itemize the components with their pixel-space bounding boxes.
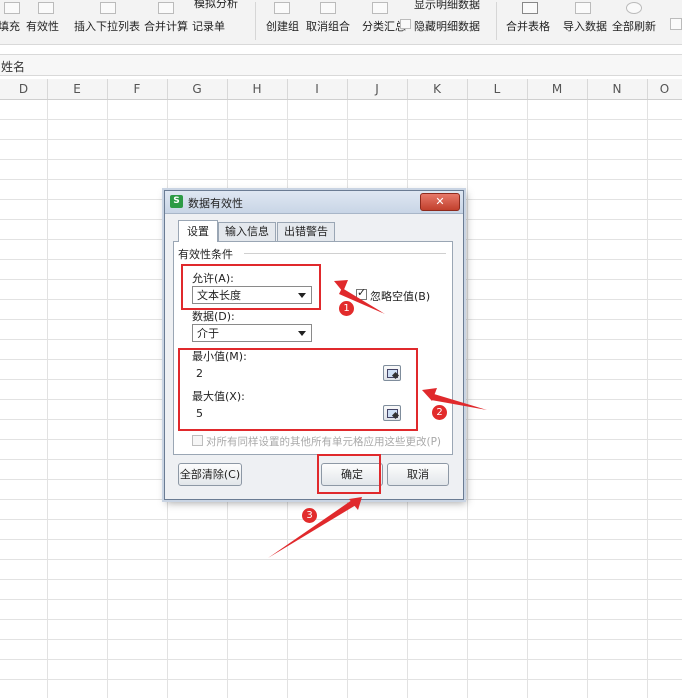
step-badge-2: 2: [432, 405, 447, 420]
step-badge-1: 1: [339, 301, 354, 316]
tab-settings[interactable]: 设置: [178, 220, 218, 242]
annotation-arrows: [268, 280, 487, 558]
step-badge-3: 3: [302, 508, 317, 523]
